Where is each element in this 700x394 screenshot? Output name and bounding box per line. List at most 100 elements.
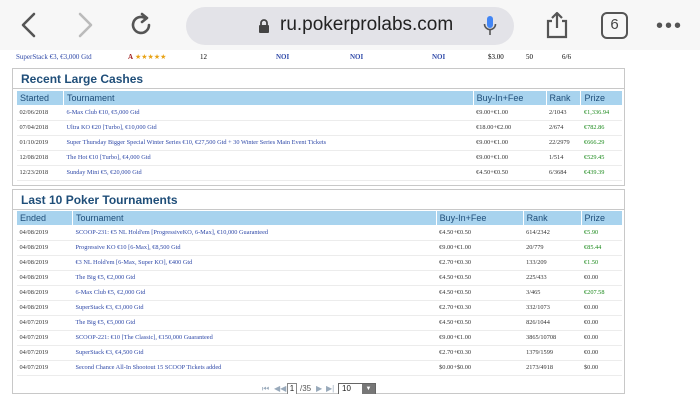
- date-cell: 01/10/2019: [16, 135, 64, 151]
- column-header[interactable]: Tournament: [71, 211, 437, 225]
- column-header[interactable]: Started: [16, 91, 64, 105]
- rating-stars: ★★★★★: [135, 53, 167, 61]
- noi-cell: NOI: [432, 53, 446, 61]
- rank-cell: 2/674: [546, 120, 581, 136]
- share-button[interactable]: [540, 8, 574, 42]
- divider: [13, 209, 624, 210]
- date-cell: 04/08/2019: [16, 285, 73, 301]
- buyin-cell: €4.50+€0.50: [436, 315, 524, 331]
- partial-table-row: SuperStack €3, €3,000 Gtd A ★★★★★ 12 NOI…: [12, 50, 625, 66]
- noi-cell: NOI: [350, 53, 364, 61]
- tournament-link[interactable]: Ultra KO €20 [Turbo], €10,000 Gtd: [63, 120, 474, 136]
- column-header[interactable]: Prize: [580, 91, 622, 105]
- page-size-value: 10: [342, 384, 351, 393]
- column-header[interactable]: Rank: [545, 91, 581, 105]
- reload-icon: [131, 12, 151, 35]
- tournament-link[interactable]: €3 NL Hold'em [6-Max, Super KO], €400 Gt…: [72, 255, 437, 271]
- microphone-icon[interactable]: [483, 15, 497, 37]
- recent-large-cashes-panel: Recent Large Cashes Started Tournament B…: [12, 68, 625, 186]
- rank-cell: 614/2342: [523, 225, 582, 241]
- buyin-cell: €9.00+€1.00: [436, 330, 524, 346]
- tournament-link[interactable]: SCOOP-221: €10 [The Classic], €150,000 G…: [72, 330, 437, 346]
- tournament-link[interactable]: SuperStack €3, €4,500 Gtd: [72, 345, 437, 361]
- column-header[interactable]: Buy-In+Fee: [472, 91, 547, 105]
- prize-cell: €0.00: [581, 270, 622, 286]
- tabs-button[interactable]: 6: [601, 12, 628, 39]
- date-cell: 04/08/2019: [16, 240, 73, 256]
- table-row: 04/07/2019 SuperStack €3, €4,500 Gtd €2.70…: [16, 345, 622, 361]
- date-cell: 04/07/2019: [16, 360, 73, 376]
- first-page-icon[interactable]: ⏮: [262, 384, 269, 394]
- prize-cell: €1.50: [581, 255, 622, 271]
- back-button[interactable]: [12, 8, 46, 42]
- prize-cell: $0.00: [581, 360, 622, 376]
- rank-cell: 20/779: [523, 240, 582, 256]
- prize-cell: €0.00: [581, 330, 622, 346]
- more-icon[interactable]: •••: [656, 15, 683, 38]
- tournament-link[interactable]: Second Chance All-In Shootout 15 SCOOP T…: [72, 360, 437, 376]
- rank-cell: 3865/10708: [523, 330, 582, 346]
- page-count: /35: [300, 384, 312, 393]
- buyin-cell: €9.00+€1.00: [436, 240, 524, 256]
- count-cell: 12: [200, 53, 207, 61]
- chevron-down-icon: ▼: [362, 384, 375, 394]
- tournament-link[interactable]: SuperStack €3, €3,000 Gtd: [72, 300, 437, 316]
- lock-icon: [259, 19, 269, 33]
- date-cell: 02/06/2018: [16, 105, 64, 121]
- tournament-link[interactable]: Sunday Mini €5, €20,000 Gtd: [63, 165, 474, 181]
- table-header-row: Started Tournament Buy-In+Fee Rank Prize: [16, 91, 622, 105]
- table-row: 01/10/2019 Super Thursday Bigger Special …: [16, 135, 622, 151]
- prize-cell: €529.45: [580, 150, 622, 166]
- rank-cell: 2/1043: [546, 105, 581, 121]
- tournament-link[interactable]: The Hot €10 [Turbo], €4,000 Gtd: [63, 150, 474, 166]
- buyin-cell: €4.50+€0.50: [473, 165, 547, 181]
- tournament-link[interactable]: SCOOP-231: €5 NL Hold'em [ProgressiveKO,…: [72, 225, 437, 241]
- tournament-link[interactable]: 6-Max Club €5, €2,000 Gtd: [72, 285, 437, 301]
- forward-icon: [78, 12, 93, 38]
- prev-page-icon[interactable]: ◀◀: [274, 384, 286, 393]
- page-input[interactable]: 1: [287, 383, 297, 394]
- last-page-icon[interactable]: ▶|: [326, 384, 334, 393]
- forward-button[interactable]: [68, 8, 102, 42]
- tournament-link[interactable]: 6-Max Club €10, €5,000 Gtd: [63, 105, 474, 121]
- page-size-select[interactable]: 10 ▼: [338, 383, 376, 394]
- prize-cell: €1,336.94: [580, 105, 622, 121]
- prize-cell: €85.44: [581, 240, 622, 256]
- tournament-link[interactable]: SuperStack €3, €3,000 Gtd: [16, 53, 92, 61]
- last-tournaments-table: Ended Tournament Buy-In+Fee Rank Prize 0…: [16, 211, 622, 376]
- rank-cell: 826/1044: [523, 315, 582, 331]
- column-header[interactable]: Tournament: [62, 91, 474, 105]
- column-header[interactable]: Rank: [522, 211, 582, 225]
- date-cell: 04/08/2019: [16, 255, 73, 271]
- ratio-cell: 6/6: [562, 53, 571, 61]
- table-row: 04/07/2019 The Big €5, €5,000 Gtd €4.50+€0…: [16, 315, 622, 331]
- table-row: 04/08/2019 The Big €5, €2,000 Gtd €4.50+€0…: [16, 270, 622, 286]
- column-header[interactable]: Prize: [580, 211, 622, 225]
- reload-button[interactable]: [124, 8, 158, 42]
- section-title: Recent Large Cashes: [21, 72, 144, 86]
- divider: [13, 88, 624, 89]
- tournament-link[interactable]: Super Thursday Bigger Special Winter Ser…: [63, 135, 474, 151]
- next-page-icon[interactable]: ▶: [316, 384, 322, 393]
- last-tournaments-panel: Last 10 Poker Tournaments Ended Tourname…: [12, 189, 625, 394]
- large-cashes-table: Started Tournament Buy-In+Fee Rank Prize…: [16, 91, 622, 181]
- rank-cell: 332/1073: [523, 300, 582, 316]
- table-row: 04/08/2019 SuperStack €3, €3,000 Gtd €2.70…: [16, 300, 622, 316]
- share-icon: [546, 11, 568, 39]
- column-header[interactable]: Buy-In+Fee: [435, 211, 524, 225]
- date-cell: 07/04/2018: [16, 120, 64, 136]
- prize-cell: €782.86: [580, 120, 622, 136]
- rank-cell: 6/3684: [546, 165, 581, 181]
- number-cell: 50: [526, 53, 533, 61]
- table-row: 12/23/2018 Sunday Mini €5, €20,000 Gtd €4.…: [16, 165, 622, 181]
- column-header[interactable]: Ended: [16, 211, 73, 225]
- buyin-cell: $3.00: [488, 53, 504, 61]
- tournament-link[interactable]: Progressive KO €10 [6-Max], €8,500 Gtd: [72, 240, 437, 256]
- rank-cell: 3/465: [523, 285, 582, 301]
- tournament-link[interactable]: The Big €5, €2,000 Gtd: [72, 270, 437, 286]
- table-row: 04/08/2019 Progressive KO €10 [6-Max], €8…: [16, 240, 622, 256]
- table-row: 07/04/2018 Ultra KO €20 [Turbo], €10,000 …: [16, 120, 622, 136]
- buyin-cell: $0.00+$0.00: [436, 360, 524, 376]
- tournament-link[interactable]: The Big €5, €5,000 Gtd: [72, 315, 437, 331]
- prize-cell: €666.29: [580, 135, 622, 151]
